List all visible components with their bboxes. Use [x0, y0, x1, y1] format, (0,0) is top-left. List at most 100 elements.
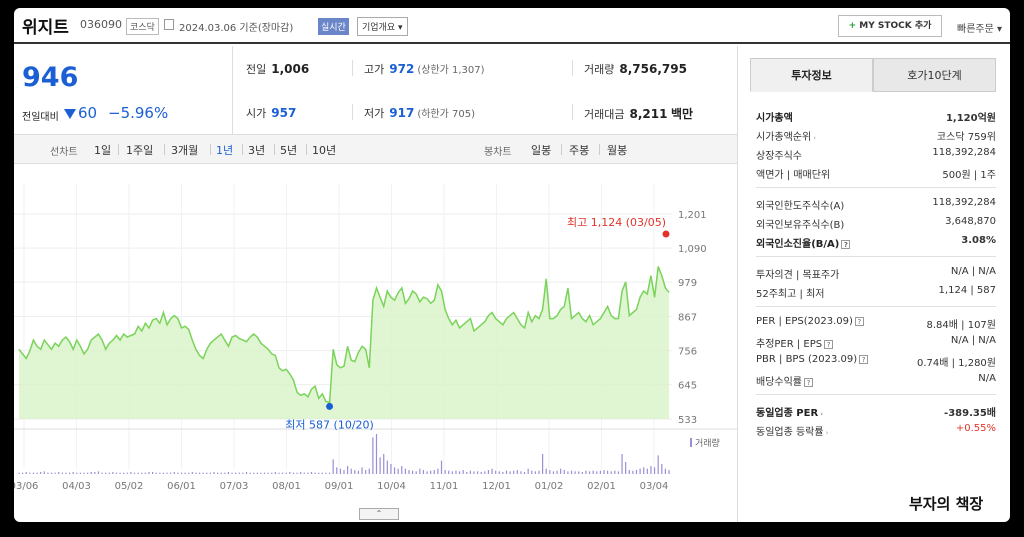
watermark: 부자의 책장	[909, 495, 984, 513]
info-value: 1,124 | 587	[938, 285, 996, 296]
volume-bar	[592, 470, 594, 474]
company-overview-dropdown[interactable]: 기업개요 ▾	[357, 17, 408, 36]
volume-bar	[354, 470, 356, 474]
period-10y[interactable]: 10년	[312, 142, 336, 158]
info-key: 액면가 | 매매단위	[756, 170, 831, 181]
info-value: 8.84배 | 107원	[926, 320, 996, 331]
volume-bar	[650, 466, 652, 474]
tab-order-book[interactable]: 호가10단계	[873, 58, 996, 92]
volume-bar	[227, 472, 230, 474]
volume-bar	[220, 472, 222, 474]
volume-bar	[144, 472, 146, 474]
volume-bar	[412, 470, 414, 474]
period-3m[interactable]: 3개월	[171, 142, 198, 158]
period-3y[interactable]: 3년	[248, 142, 265, 158]
x-tick-label: 09/01	[325, 481, 354, 492]
x-tick-label: 12/01	[482, 481, 511, 492]
info-value: -389.35배	[944, 408, 996, 419]
my-stock-add-button[interactable]: + MY STOCK 추가	[838, 15, 942, 37]
volume-bar	[343, 470, 345, 474]
volume-bar	[657, 455, 659, 474]
volume-bar	[256, 472, 258, 474]
volume-bar	[469, 470, 471, 474]
help-icon[interactable]: ?	[859, 354, 869, 364]
volume-bar	[628, 470, 630, 474]
volume-bar	[520, 471, 522, 474]
volume-bar	[567, 471, 569, 474]
volume-bar	[458, 471, 461, 474]
volume-bar	[603, 470, 605, 474]
volume-bar	[25, 472, 27, 474]
volume-bar	[328, 472, 331, 474]
volume-bar	[325, 472, 327, 474]
x-tick-label: 06/01	[167, 481, 196, 492]
volume-bar	[455, 470, 457, 474]
info-row: 52주최고 | 최저 1,124 | 587	[756, 282, 996, 301]
quick-order-dropdown[interactable]: 빠른주문 ▾	[957, 20, 1002, 35]
volume-bar	[361, 467, 363, 474]
divider	[599, 144, 600, 155]
volume-bar	[560, 468, 562, 474]
stock-page: 위지트 036090 코스닥 2024.03.06 기준(장마감) 실시간 기업…	[14, 8, 1010, 522]
volume-bar	[123, 472, 125, 474]
chevron-right-icon[interactable]: ›	[813, 134, 816, 142]
period-1w[interactable]: 1주일	[126, 142, 153, 158]
chevron-right-icon[interactable]: ›	[826, 429, 829, 437]
volume-bar	[563, 470, 565, 474]
candle-monthly[interactable]: 월봉	[607, 142, 627, 158]
volume-bar	[180, 472, 183, 474]
help-icon[interactable]: ?	[841, 239, 851, 249]
volume-bar	[54, 472, 56, 474]
chevron-right-icon[interactable]: ›	[820, 410, 823, 418]
volume-bar	[278, 472, 280, 474]
volume-bar	[267, 472, 269, 474]
volume-bar	[415, 471, 417, 474]
volume-bar	[383, 454, 385, 474]
collapse-chart-button[interactable]: ⌃	[359, 508, 399, 520]
volume-bar	[292, 472, 295, 474]
tab-investment-info[interactable]: 투자정보	[750, 58, 873, 92]
calendar-icon	[164, 19, 174, 30]
divider	[561, 144, 562, 155]
period-1d[interactable]: 1일	[94, 142, 111, 158]
investment-info-list: 시가총액 1,120억원 시가총액순위 › 코스닥 759위 상장주식수 118,392,2…	[756, 106, 996, 439]
volume-bar	[94, 472, 96, 474]
info-row: 동일업종 PER › -389.35배	[756, 401, 996, 420]
help-icon[interactable]: ?	[824, 339, 834, 349]
price-chart[interactable]: 1,201 1,090 979 867 756 645 533 03/06 04/03 05/02…	[14, 164, 737, 514]
volume-bar	[108, 472, 110, 474]
info-value: 1,120억원	[945, 113, 996, 124]
volume-bar	[296, 472, 298, 474]
volume-bar	[433, 470, 435, 474]
volume-bar	[556, 470, 558, 474]
stat-volume: 거래량 8,756,795	[584, 62, 687, 76]
volume-bar	[347, 466, 349, 474]
volume-bar	[639, 468, 641, 474]
info-row: 시가총액 1,120억원	[756, 106, 996, 125]
volume-bar	[318, 472, 320, 474]
help-icon[interactable]: ?	[804, 377, 813, 387]
x-tick-label: 02/01	[587, 481, 616, 492]
info-row: 외국인한도주식수(A) 118,392,284	[756, 194, 996, 213]
info-key: 시가총액	[756, 113, 793, 124]
realtime-button[interactable]: 실시간	[318, 18, 349, 35]
volume-bar	[426, 471, 428, 474]
info-key: 시가총액순위 ›	[756, 132, 817, 143]
help-icon[interactable]: ?	[854, 316, 864, 326]
period-5y[interactable]: 5년	[280, 142, 297, 158]
volume-bar	[263, 472, 266, 474]
candle-daily[interactable]: 일봉	[531, 142, 551, 158]
period-1y[interactable]: 1년	[216, 142, 233, 158]
volume-bar	[126, 472, 128, 474]
volume-bar	[152, 472, 154, 474]
volume-legend-swatch	[690, 438, 692, 447]
divider	[352, 104, 353, 120]
candle-weekly[interactable]: 주봉	[569, 142, 589, 158]
high-marker	[662, 230, 670, 238]
volume-bar	[22, 472, 24, 474]
volume-bar	[585, 470, 587, 474]
volume-bar	[668, 470, 670, 474]
volume-bar	[339, 468, 341, 474]
volume-bar	[448, 470, 450, 474]
stat-prev: 전일 1,006	[246, 62, 310, 76]
